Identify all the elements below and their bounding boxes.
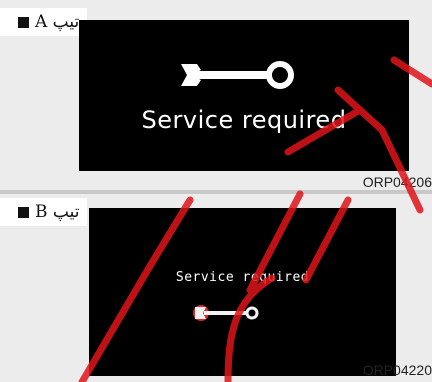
figure-panel-type-b: تیپ B Service required ORP04220 [0, 194, 432, 382]
cluster-display-a: Service required [79, 20, 409, 171]
service-required-message: Service required [175, 270, 310, 285]
service-required-message: Service required [141, 106, 347, 134]
square-bullet-icon [18, 16, 29, 28]
type-b-label-text: تیپ B [35, 202, 80, 222]
wrench-icon [193, 305, 259, 321]
wrench-icon [181, 61, 294, 89]
figure-code: ORP04206 [362, 174, 432, 190]
type-a-label: تیپ A [0, 8, 88, 36]
type-b-label: تیپ B [0, 198, 88, 226]
figure-code: ORP04220 [362, 362, 432, 378]
figure-panel-type-a: تیپ A Service required ORP04206 [0, 0, 432, 190]
type-a-label-text: تیپ A [35, 12, 80, 32]
cluster-display-b: Service required [89, 208, 396, 376]
square-bullet-icon [18, 206, 29, 218]
